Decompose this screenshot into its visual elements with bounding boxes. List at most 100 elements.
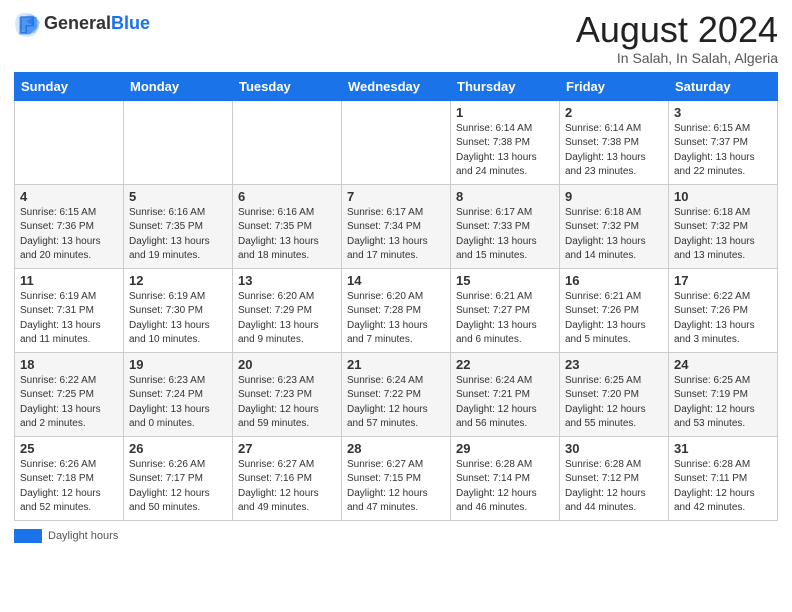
day-number: 30 [565, 441, 663, 456]
day-info: Sunrise: 6:16 AM Sunset: 7:35 PM Dayligh… [129, 206, 227, 264]
week-row-2: 4 Sunrise: 6:15 AM Sunset: 7:36 PM Daylig… [15, 184, 778, 268]
week-row-4: 18 Sunrise: 6:22 AM Sunset: 7:25 PM Dayli… [15, 352, 778, 436]
day-info: Sunrise: 6:25 AM Sunset: 7:20 PM Dayligh… [565, 374, 663, 432]
day-number: 10 [674, 189, 772, 204]
day-number: 16 [565, 273, 663, 288]
calendar-cell: 23 Sunrise: 6:25 AM Sunset: 7:20 PM Dayli… [560, 352, 669, 436]
day-info: Sunrise: 6:16 AM Sunset: 7:35 PM Dayligh… [238, 206, 336, 264]
day-number: 23 [565, 357, 663, 372]
day-info: Sunrise: 6:23 AM Sunset: 7:24 PM Dayligh… [129, 374, 227, 432]
day-info: Sunrise: 6:17 AM Sunset: 7:34 PM Dayligh… [347, 206, 445, 264]
week-row-1: 1 Sunrise: 6:14 AM Sunset: 7:38 PM Daylig… [15, 100, 778, 184]
calendar-cell [15, 100, 124, 184]
week-row-5: 25Sunrise: 6:26 AM Sunset: 7:18 PM Dayli… [15, 436, 778, 520]
calendar-cell: 22 Sunrise: 6:24 AM Sunset: 7:21 PM Dayli… [451, 352, 560, 436]
calendar-cell: 21Sunrise: 6:24 AM Sunset: 7:22 PM Dayli… [342, 352, 451, 436]
day-info: Sunrise: 6:21 AM Sunset: 7:27 PM Dayligh… [456, 290, 554, 348]
day-info: Sunrise: 6:14 AM Sunset: 7:38 PM Dayligh… [565, 122, 663, 180]
day-number: 13 [238, 273, 336, 288]
day-number: 1 [456, 105, 554, 120]
day-header-tuesday: Tuesday [233, 72, 342, 100]
days-row: SundayMondayTuesdayWednesdayThursdayFrid… [15, 72, 778, 100]
calendar-cell: 30 Sunrise: 6:28 AM Sunset: 7:12 PM Dayli… [560, 436, 669, 520]
day-info: Sunrise: 6:28 AM Sunset: 7:12 PM Dayligh… [565, 458, 663, 516]
calendar-cell: 27 Sunrise: 6:27 AM Sunset: 7:16 PM Dayli… [233, 436, 342, 520]
day-header-thursday: Thursday [451, 72, 560, 100]
calendar-cell: 28 Sunrise: 6:27 AM Sunset: 7:15 PM Dayli… [342, 436, 451, 520]
day-number: 14 [347, 273, 445, 288]
logo: GeneralBlue [14, 10, 150, 38]
calendar-cell: 6Sunrise: 6:16 AM Sunset: 7:35 PM Daylig… [233, 184, 342, 268]
day-number: 11 [20, 273, 118, 288]
day-number: 29 [456, 441, 554, 456]
calendar-cell: 26 Sunrise: 6:26 AM Sunset: 7:17 PM Dayli… [124, 436, 233, 520]
footer-label: Daylight hours [48, 530, 118, 542]
day-info: Sunrise: 6:22 AM Sunset: 7:26 PM Dayligh… [674, 290, 772, 348]
day-number: 18 [20, 357, 118, 372]
day-number: 9 [565, 189, 663, 204]
day-info: Sunrise: 6:21 AM Sunset: 7:26 PM Dayligh… [565, 290, 663, 348]
day-number: 28 [347, 441, 445, 456]
day-info: Sunrise: 6:23 AM Sunset: 7:23 PM Dayligh… [238, 374, 336, 432]
day-number: 26 [129, 441, 227, 456]
header: GeneralBlue August 2024 In Salah, In Sal… [14, 10, 778, 66]
day-number: 17 [674, 273, 772, 288]
logo-general: GeneralBlue [44, 14, 150, 34]
day-info: Sunrise: 6:28 AM Sunset: 7:11 PM Dayligh… [674, 458, 772, 516]
daylight-swatch [14, 529, 42, 543]
calendar-cell: 12Sunrise: 6:19 AM Sunset: 7:30 PM Dayli… [124, 268, 233, 352]
calendar-cell: 13Sunrise: 6:20 AM Sunset: 7:29 PM Dayli… [233, 268, 342, 352]
calendar-header: SundayMondayTuesdayWednesdayThursdayFrid… [15, 72, 778, 100]
day-header-wednesday: Wednesday [342, 72, 451, 100]
calendar-cell: 25Sunrise: 6:26 AM Sunset: 7:18 PM Dayli… [15, 436, 124, 520]
day-info: Sunrise: 6:26 AM Sunset: 7:17 PM Dayligh… [129, 458, 227, 516]
calendar-cell: 29 Sunrise: 6:28 AM Sunset: 7:14 PM Dayli… [451, 436, 560, 520]
day-info: Sunrise: 6:28 AM Sunset: 7:14 PM Dayligh… [456, 458, 554, 516]
day-number: 19 [129, 357, 227, 372]
calendar-cell [342, 100, 451, 184]
day-info: Sunrise: 6:24 AM Sunset: 7:22 PM Dayligh… [347, 374, 445, 432]
day-number: 4 [20, 189, 118, 204]
calendar-cell: 18 Sunrise: 6:22 AM Sunset: 7:25 PM Dayli… [15, 352, 124, 436]
location-subtitle: In Salah, In Salah, Algeria [576, 50, 778, 66]
calendar-cell: 9Sunrise: 6:18 AM Sunset: 7:32 PM Daylig… [560, 184, 669, 268]
calendar-cell: 3Sunrise: 6:15 AM Sunset: 7:37 PM Daylig… [669, 100, 778, 184]
calendar-cell: 5 Sunrise: 6:16 AM Sunset: 7:35 PM Daylig… [124, 184, 233, 268]
day-number: 8 [456, 189, 554, 204]
day-info: Sunrise: 6:19 AM Sunset: 7:30 PM Dayligh… [129, 290, 227, 348]
day-number: 27 [238, 441, 336, 456]
calendar-cell: 10Sunrise: 6:18 AM Sunset: 7:32 PM Dayli… [669, 184, 778, 268]
calendar-cell: 14Sunrise: 6:20 AM Sunset: 7:28 PM Dayli… [342, 268, 451, 352]
day-info: Sunrise: 6:15 AM Sunset: 7:37 PM Dayligh… [674, 122, 772, 180]
day-info: Sunrise: 6:27 AM Sunset: 7:15 PM Dayligh… [347, 458, 445, 516]
calendar-cell: 8Sunrise: 6:17 AM Sunset: 7:33 PM Daylig… [451, 184, 560, 268]
calendar-body: 1 Sunrise: 6:14 AM Sunset: 7:38 PM Daylig… [15, 100, 778, 520]
day-header-sunday: Sunday [15, 72, 124, 100]
calendar-cell: 4 Sunrise: 6:15 AM Sunset: 7:36 PM Daylig… [15, 184, 124, 268]
calendar-cell: 2 Sunrise: 6:14 AM Sunset: 7:38 PM Daylig… [560, 100, 669, 184]
day-number: 2 [565, 105, 663, 120]
calendar-cell: 19 Sunrise: 6:23 AM Sunset: 7:24 PM Dayli… [124, 352, 233, 436]
day-info: Sunrise: 6:15 AM Sunset: 7:36 PM Dayligh… [20, 206, 118, 264]
day-number: 5 [129, 189, 227, 204]
day-number: 15 [456, 273, 554, 288]
day-info: Sunrise: 6:14 AM Sunset: 7:38 PM Dayligh… [456, 122, 554, 180]
calendar-cell: 20Sunrise: 6:23 AM Sunset: 7:23 PM Dayli… [233, 352, 342, 436]
day-info: Sunrise: 6:24 AM Sunset: 7:21 PM Dayligh… [456, 374, 554, 432]
day-header-friday: Friday [560, 72, 669, 100]
calendar-cell: 16 Sunrise: 6:21 AM Sunset: 7:26 PM Dayli… [560, 268, 669, 352]
calendar-cell: 24 Sunrise: 6:25 AM Sunset: 7:19 PM Dayli… [669, 352, 778, 436]
calendar-cell [233, 100, 342, 184]
calendar-cell: 31Sunrise: 6:28 AM Sunset: 7:11 PM Dayli… [669, 436, 778, 520]
calendar-cell: 7Sunrise: 6:17 AM Sunset: 7:34 PM Daylig… [342, 184, 451, 268]
day-info: Sunrise: 6:25 AM Sunset: 7:19 PM Dayligh… [674, 374, 772, 432]
calendar-cell: 1 Sunrise: 6:14 AM Sunset: 7:38 PM Daylig… [451, 100, 560, 184]
day-number: 22 [456, 357, 554, 372]
calendar-table: SundayMondayTuesdayWednesdayThursdayFrid… [14, 72, 778, 521]
day-number: 24 [674, 357, 772, 372]
day-info: Sunrise: 6:27 AM Sunset: 7:16 PM Dayligh… [238, 458, 336, 516]
month-title: August 2024 [576, 10, 778, 50]
day-header-monday: Monday [124, 72, 233, 100]
day-number: 25 [20, 441, 118, 456]
day-info: Sunrise: 6:22 AM Sunset: 7:25 PM Dayligh… [20, 374, 118, 432]
